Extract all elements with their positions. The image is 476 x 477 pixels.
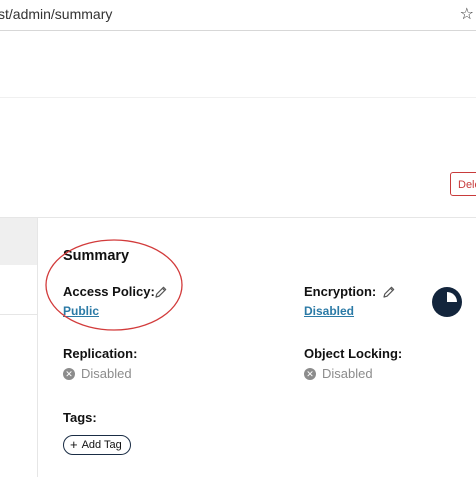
object-locking-value: Disabled <box>322 366 373 381</box>
object-locking-label: Object Locking: <box>304 346 403 361</box>
annotation-circle <box>45 239 183 331</box>
delete-button[interactable]: Dele <box>450 172 476 196</box>
x-circle-icon: ✕ <box>63 367 75 380</box>
star-icon[interactable]: ☆ <box>460 4 474 24</box>
app-header <box>0 31 476 97</box>
replication-label: Replication: <box>63 346 138 361</box>
sidebar-divider <box>0 314 37 315</box>
replication-value: Disabled <box>81 366 132 381</box>
replication-status: ✕ Disabled <box>63 366 132 381</box>
object-locking-status: ✕ Disabled <box>304 366 373 381</box>
x-circle-icon: ✕ <box>304 367 316 380</box>
toolbar-area <box>0 97 476 216</box>
encryption-link[interactable]: Disabled <box>304 304 354 318</box>
tags-label: Tags: <box>63 410 97 425</box>
plus-icon: + <box>70 437 78 452</box>
pencil-icon[interactable] <box>382 285 396 299</box>
add-tag-label: Add Tag <box>81 439 122 451</box>
encryption-label: Encryption: <box>304 284 377 299</box>
add-tag-button[interactable]: + Add Tag <box>63 435 131 455</box>
pie-chart-icon <box>432 287 462 317</box>
sidebar-item-active[interactable] <box>0 218 37 265</box>
sidebar <box>0 218 38 477</box>
url-text[interactable]: st/admin/summary <box>0 6 112 22</box>
address-bar[interactable]: st/admin/summary ☆ <box>0 0 476 31</box>
